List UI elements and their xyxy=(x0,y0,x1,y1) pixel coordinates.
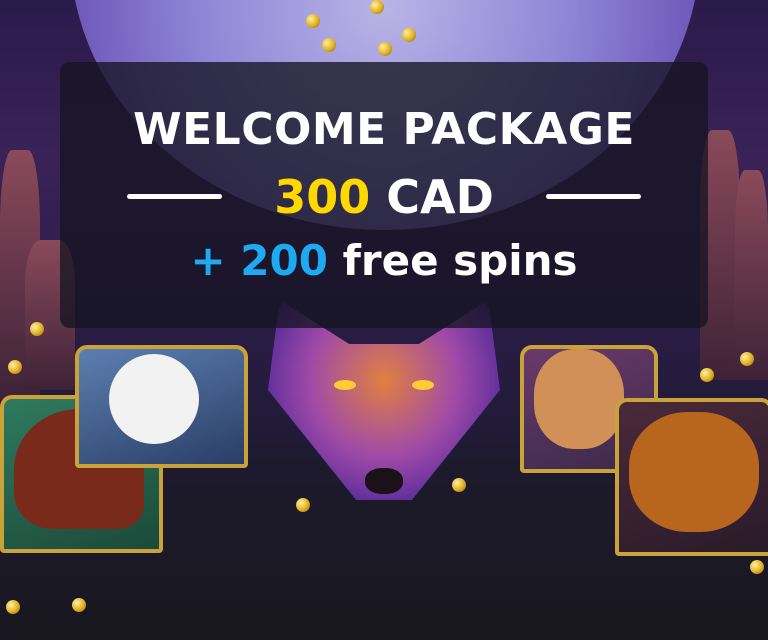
coin xyxy=(700,368,714,382)
cougar-illustration xyxy=(534,349,624,449)
coin xyxy=(402,28,416,42)
coin xyxy=(6,600,20,614)
coin xyxy=(322,38,336,52)
bonus-amount-line: 300 CAD xyxy=(0,170,768,224)
bonus-currency: CAD xyxy=(386,170,494,224)
spins-count: 200 xyxy=(240,236,328,285)
eagle-illustration xyxy=(109,354,199,444)
wolf-nose xyxy=(365,468,403,494)
bison-card xyxy=(615,398,768,556)
wolf-eye-right xyxy=(412,380,434,390)
coin xyxy=(452,478,466,492)
plus-sign: + xyxy=(190,236,226,285)
coin xyxy=(296,498,310,512)
coin xyxy=(378,42,392,56)
promo-title: WELCOME PACKAGE xyxy=(133,104,635,155)
coin xyxy=(306,14,320,28)
spins-label: free spins xyxy=(342,236,578,285)
eagle-card xyxy=(75,345,248,468)
coin xyxy=(8,360,22,374)
bison-illustration xyxy=(629,412,759,532)
coin xyxy=(30,322,44,336)
free-spins-line: + 200 free spins xyxy=(0,236,768,285)
bonus-amount: 300 xyxy=(274,170,371,224)
coin xyxy=(740,352,754,366)
coin xyxy=(750,560,764,574)
coin xyxy=(370,0,384,14)
coin xyxy=(72,598,86,612)
wolf-eye-left xyxy=(334,380,356,390)
